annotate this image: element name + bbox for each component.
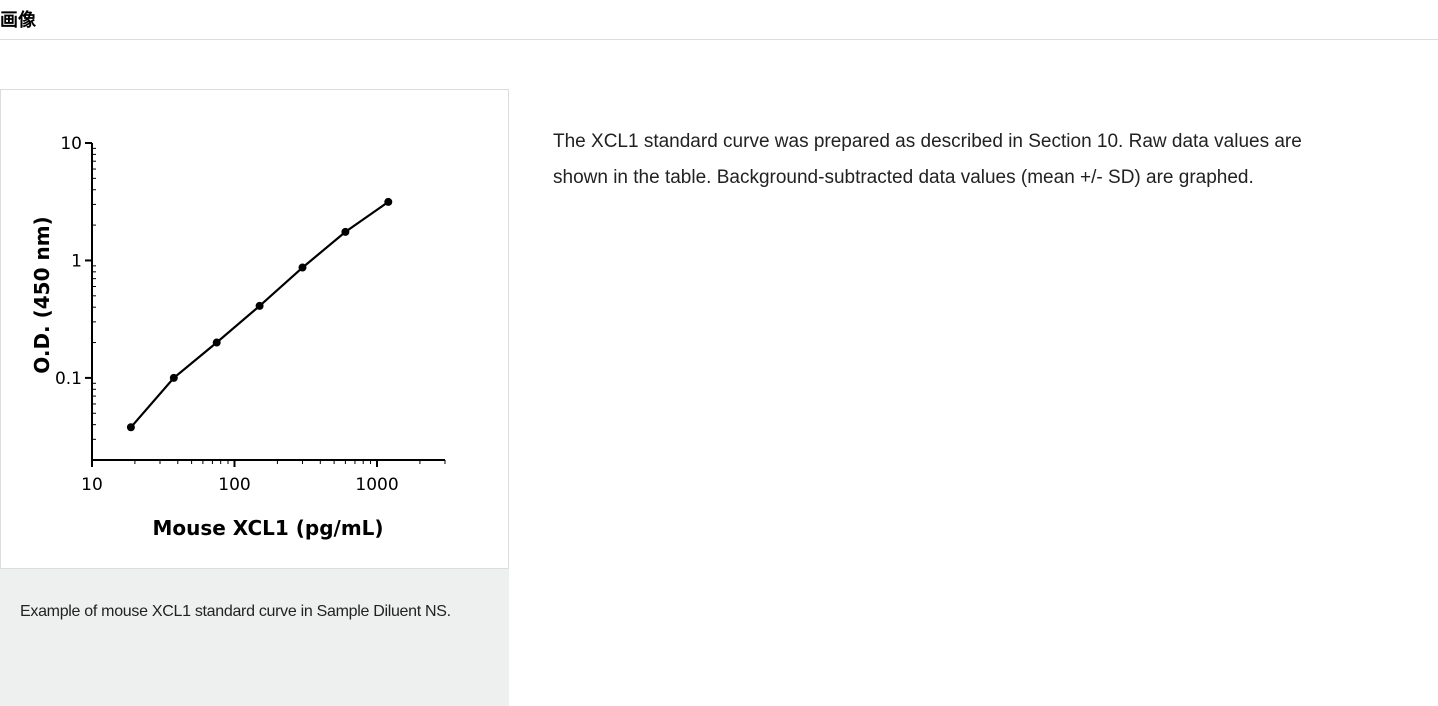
figure-card: 0.1 1 10 10 100 1000 Mouse XCL1 (pg/mL) O.D. … xyxy=(0,89,509,706)
data-point xyxy=(126,423,135,432)
y-tick-label: 0.1 xyxy=(55,369,82,389)
data-point xyxy=(341,227,350,236)
section-header: 画像 xyxy=(0,0,1438,40)
standard-curve-chart: 0.1 1 10 10 100 1000 Mouse XCL1 (pg/mL) O.D. … xyxy=(30,134,446,540)
data-point xyxy=(255,301,264,310)
y-tick-label: 1 xyxy=(71,251,82,271)
x-tick-label: 100 xyxy=(218,475,250,495)
x-tick-label: 10 xyxy=(81,475,103,495)
section-title: 画像 xyxy=(0,10,36,31)
figure-description: The XCL1 standard curve was prepared as … xyxy=(553,124,1313,196)
x-tick-label: 1000 xyxy=(355,475,398,495)
data-point xyxy=(384,197,393,206)
data-point xyxy=(298,263,307,272)
standard-curve-line xyxy=(130,200,389,429)
description-text: The XCL1 standard curve was prepared as … xyxy=(553,131,1302,188)
x-axis-label: Mouse XCL1 (pg/mL) xyxy=(152,516,383,540)
figure-image[interactable]: 0.1 1 10 10 100 1000 Mouse XCL1 (pg/mL) O.D. … xyxy=(0,89,509,569)
y-tick-label: 10 xyxy=(60,134,82,154)
figure-caption: Example of mouse XCL1 standard curve in … xyxy=(0,569,509,706)
y-axis-label: O.D. (450 nm) xyxy=(30,216,54,373)
data-point xyxy=(212,338,221,347)
data-point xyxy=(169,373,178,382)
